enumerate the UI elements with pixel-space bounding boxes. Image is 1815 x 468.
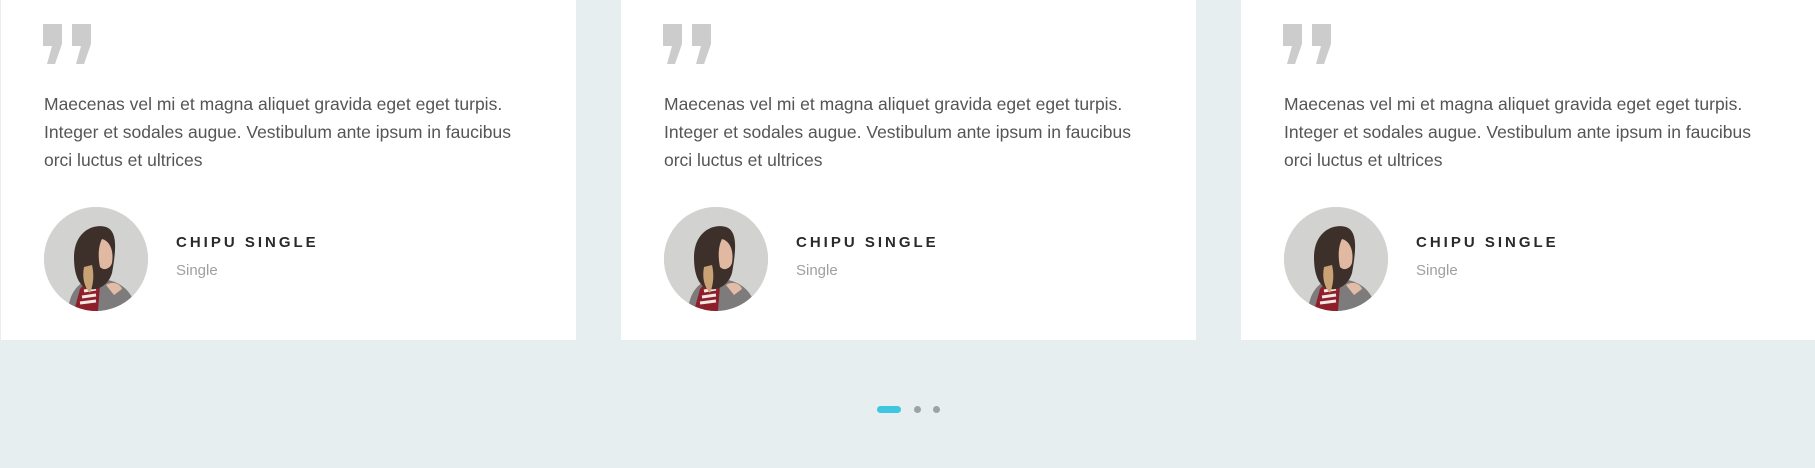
pagination-dot-2[interactable]	[914, 406, 921, 413]
author-role: Single	[1416, 262, 1458, 279]
avatar-photo	[664, 207, 768, 311]
quote-icon	[1283, 24, 1331, 64]
testimonial-quote: Maecenas vel mi et magna aliquet gravida…	[44, 94, 511, 170]
testimonial-card: Maecenas vel mi et magna aliquet gravida…	[621, 0, 1196, 340]
author-name: CHIPU SINGLE	[1416, 234, 1559, 251]
carousel-pagination	[0, 404, 1815, 416]
testimonial-carousel: Maecenas vel mi et magna aliquet gravida…	[0, 0, 1815, 340]
testimonial-quote: Maecenas vel mi et magna aliquet gravida…	[664, 94, 1131, 170]
avatar	[44, 207, 148, 311]
author-role: Single	[176, 262, 218, 279]
pagination-dot-3[interactable]	[933, 406, 940, 413]
author-role: Single	[796, 262, 838, 279]
pagination-dot-1[interactable]	[877, 406, 901, 413]
avatar	[664, 207, 768, 311]
testimonials-section: Maecenas vel mi et magna aliquet gravida…	[0, 0, 1815, 468]
avatar-photo	[44, 207, 148, 311]
avatar-photo	[1284, 207, 1388, 311]
quote-icon	[43, 24, 91, 64]
testimonial-card: Maecenas vel mi et magna aliquet gravida…	[1, 0, 576, 340]
author-name: CHIPU SINGLE	[796, 234, 939, 251]
quote-icon	[663, 24, 711, 64]
author-name: CHIPU SINGLE	[176, 234, 319, 251]
testimonial-quote: Maecenas vel mi et magna aliquet gravida…	[1284, 94, 1751, 170]
testimonial-card: Maecenas vel mi et magna aliquet gravida…	[1241, 0, 1815, 340]
avatar	[1284, 207, 1388, 311]
